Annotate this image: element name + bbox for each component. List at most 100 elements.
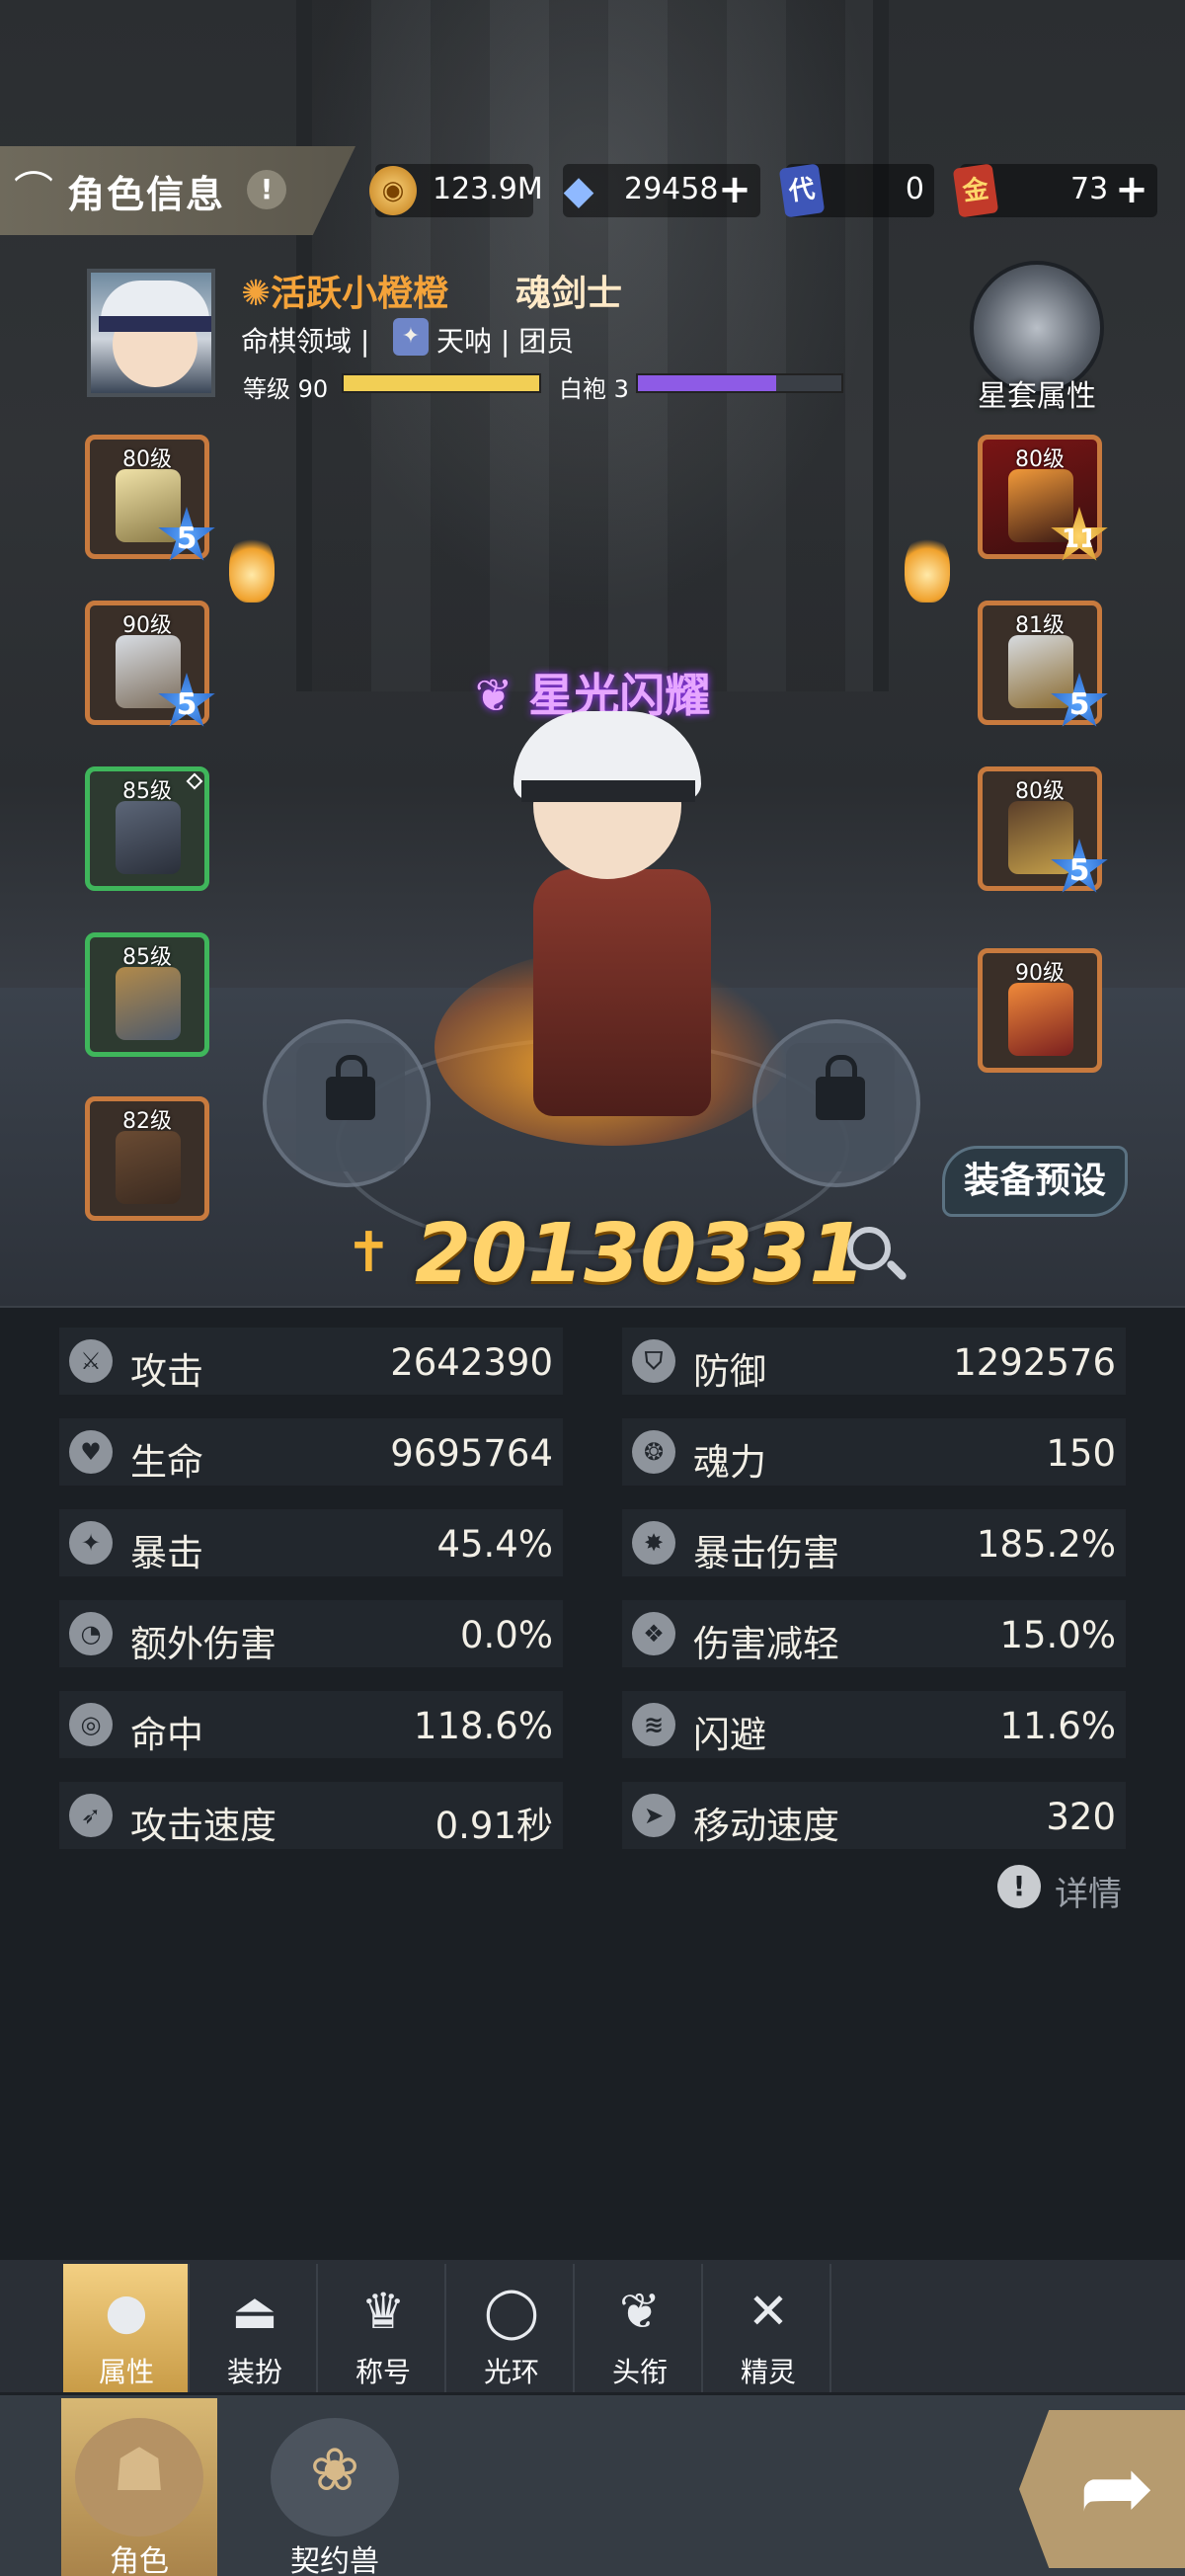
gold-amount: 123.9M — [433, 172, 543, 206]
stat-label: 暴击伤害 — [693, 1532, 839, 1574]
details-button[interactable]: ! 详情 — [997, 1865, 1155, 1914]
locked-slot-left[interactable] — [263, 1019, 431, 1187]
stat-label: 魂力 — [693, 1441, 766, 1484]
crystal-amount: 29458 — [624, 172, 719, 206]
tab-label: 契约兽 — [290, 2544, 379, 2576]
help-icon[interactable]: ! — [247, 170, 286, 209]
stat-label: 额外伤害 — [130, 1623, 276, 1665]
add-crystal-button[interactable]: + — [715, 170, 754, 209]
bracer-icon — [116, 967, 181, 1040]
forward-arrow-icon: ➦ — [1078, 2435, 1155, 2540]
stat-attack: ⚔ 攻击 2642390 — [59, 1328, 563, 1395]
stat-label: 命中 — [130, 1714, 203, 1756]
player-name-text: 活跃小橙橙 — [271, 274, 449, 314]
equip-slot-bracer[interactable]: 85级 — [85, 932, 209, 1057]
stat-value: 320 — [1046, 1796, 1116, 1838]
stat-hp: ♥ 生命 9695764 — [59, 1418, 563, 1486]
card-dai-amount: 0 — [905, 172, 924, 206]
stat-attack-speed: ➶ 攻击速度 0.91秒 — [59, 1782, 563, 1849]
dodge-icon: ≋ — [632, 1703, 675, 1746]
tab-attributes[interactable]: ● 属性 — [63, 2264, 190, 2392]
stat-crit: ✦ 暴击 45.4% — [59, 1509, 563, 1576]
equip-slot-weapon[interactable]: 90级 5 — [85, 601, 215, 727]
gold-resource: ◉ 123.9M — [369, 164, 543, 217]
stat-value: 0.91秒 — [434, 1805, 553, 1847]
target-icon: ◎ — [69, 1703, 113, 1746]
avatar[interactable] — [87, 269, 215, 397]
next-button[interactable]: ➦ — [1019, 2410, 1185, 2568]
stat-label: 防御 — [693, 1350, 766, 1393]
slot-level: 85级 — [122, 945, 172, 970]
tab-rank[interactable]: ❦ 头衔 — [577, 2264, 703, 2392]
stat-value: 118.6% — [413, 1705, 553, 1747]
head-glyph: ☗ — [113, 2436, 166, 2505]
robe-bar-fill — [638, 375, 777, 391]
stat-value: 11.6% — [999, 1705, 1116, 1747]
equip-slot-necklace[interactable]: 81级 5 — [978, 601, 1108, 727]
tab-sprite[interactable]: ✕ 精灵 — [705, 2264, 831, 2392]
stat-value: 45.4% — [436, 1523, 553, 1566]
guild-emblem-icon: ✦ — [393, 318, 429, 356]
equip-slot-cloak[interactable]: 82级 — [85, 1096, 209, 1221]
equip-slot-relic[interactable]: 90级 — [978, 948, 1102, 1073]
robe-label: 白袍 3 — [559, 375, 629, 403]
shield-icon: ⛉ — [632, 1339, 675, 1383]
character-portrait-icon: ☗ — [75, 2418, 203, 2536]
guild-name: 天呐 — [436, 325, 493, 358]
robe-bar — [636, 373, 843, 393]
add-card-button[interactable]: + — [1112, 170, 1151, 209]
stat-defense: ⛉ 防御 1292576 — [622, 1328, 1126, 1395]
stat-value: 0.0% — [460, 1614, 553, 1656]
soul-icon: ❂ — [632, 1430, 675, 1474]
tab-label: 头衔 — [611, 2356, 668, 2388]
equip-slot-helmet[interactable]: 80级 5 — [85, 435, 215, 561]
tab-label: 角色 — [110, 2544, 169, 2576]
extra-damage-icon: ◔ — [69, 1612, 113, 1655]
stat-value: 1292576 — [953, 1341, 1116, 1384]
slot-level: 81级 — [1015, 613, 1065, 638]
hanger-icon: ⏏ — [231, 2283, 278, 2340]
stat-soul: ❂ 魂力 150 — [622, 1418, 1126, 1486]
card-jin-amount: 73 — [1070, 172, 1109, 206]
crystal-icon: ◆ — [563, 168, 594, 213]
star-set-label: 星套属性 — [978, 379, 1096, 414]
equip-slot-amulet[interactable]: 80级 5 — [978, 766, 1108, 893]
tab-character[interactable]: ☗ 角色 — [61, 2398, 217, 2576]
person-icon: ● — [105, 2283, 148, 2340]
equipment-preset-button[interactable]: 装备预设 — [942, 1146, 1128, 1217]
locked-slot-panel — [296, 1043, 405, 1171]
slot-level: 82级 — [122, 1109, 172, 1134]
stat-label: 伤害减轻 — [693, 1623, 839, 1665]
page-title: 角色信息 — [67, 173, 226, 216]
tab-label: 称号 — [355, 2356, 411, 2388]
tab-halo[interactable]: ◯ 光环 — [448, 2264, 575, 2392]
name-badge-icon: ✺ — [241, 274, 272, 314]
gold-coin-icon: ◉ — [369, 166, 417, 215]
card-dai-resource: 代 0 — [778, 163, 934, 218]
stat-value: 150 — [1046, 1432, 1116, 1475]
lock-icon — [816, 1055, 865, 1120]
stat-value: 2642390 — [390, 1341, 553, 1384]
torch-left-icon — [229, 533, 275, 603]
tab-label: 属性 — [98, 2356, 154, 2388]
red-card-icon: 金 — [952, 163, 999, 218]
halo-icon: ◯ — [484, 2283, 539, 2340]
stat-crit-damage: ✸ 暴击伤害 185.2% — [622, 1509, 1126, 1576]
sword-icon: ⚔ — [69, 1339, 113, 1383]
paw-icon: ❀ — [271, 2418, 399, 2536]
power-sword-icon: ✝ — [346, 1221, 392, 1285]
locked-slot-right[interactable] — [752, 1019, 920, 1187]
slot-level: 85级 — [122, 779, 172, 804]
star-set-attributes-button[interactable]: 星套属性 — [968, 259, 1106, 414]
combat-power: 20130331 — [415, 1207, 866, 1301]
level-label: 等级 90 — [243, 375, 329, 403]
equip-slot-gauntlet[interactable]: 80级 11 — [978, 435, 1108, 561]
tab-contract-beast[interactable]: ❀ 契约兽 — [257, 2398, 413, 2576]
equip-slot-boots[interactable]: 85级 — [85, 766, 209, 891]
boots-icon — [116, 801, 181, 874]
tab-titles[interactable]: ♛ 称号 — [320, 2264, 446, 2392]
top-bar: ⌒ 角色信息 ! ◉ 123.9M ◆ 29458 + 代 0 金 73 + — [0, 146, 1185, 235]
tab-outfit[interactable]: ⏏ 装扮 — [192, 2264, 318, 2392]
player-name: ✺活跃小橙橙 — [241, 265, 448, 316]
search-icon[interactable] — [847, 1227, 891, 1270]
